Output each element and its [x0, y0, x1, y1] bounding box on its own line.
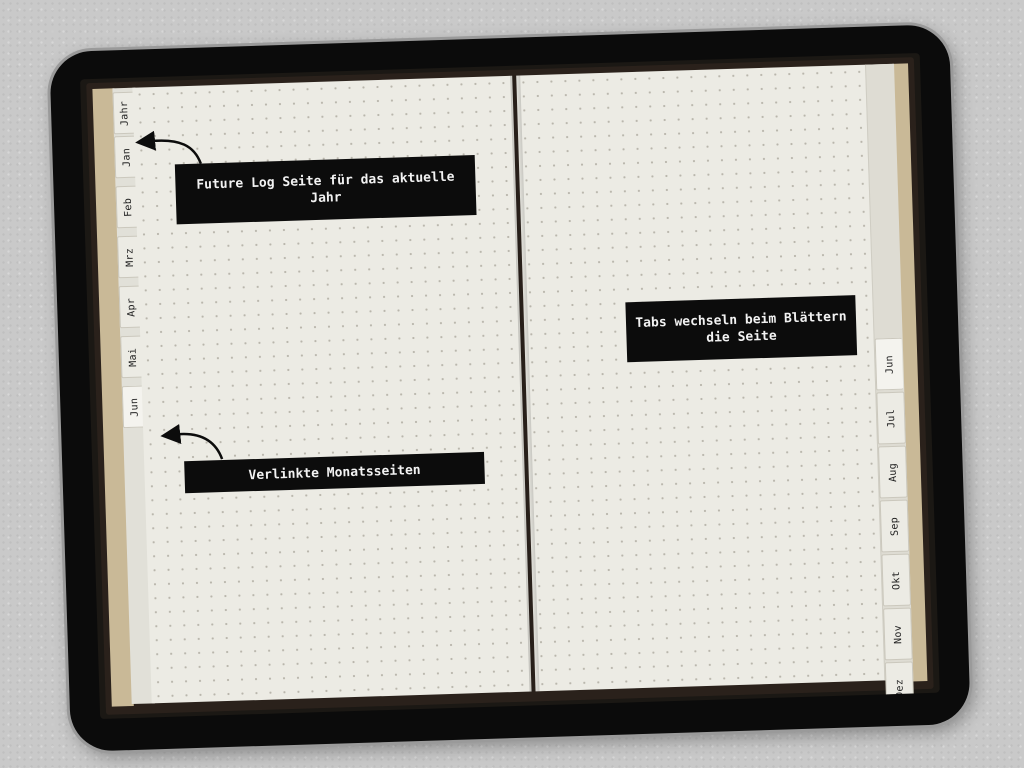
tab-label: Jan: [120, 147, 133, 167]
tablet-frame: Jahr Jan Feb Mrz Apr Mai Jun Jun Jul Aug…: [49, 24, 971, 752]
tab-okt[interactable]: Okt: [881, 553, 912, 607]
tab-label: Jul: [885, 408, 897, 428]
callout-monthly-pages-text: Verlinkte Monatsseiten: [248, 462, 421, 483]
tab-label: Jun: [883, 354, 896, 374]
tab-label: Jun: [128, 397, 141, 417]
tab-label: Mrz: [123, 247, 136, 267]
tab-aug[interactable]: Aug: [878, 445, 908, 499]
tab-label: Nov: [892, 624, 904, 644]
tab-label: Aug: [887, 462, 899, 482]
tab-label: Feb: [122, 197, 134, 217]
tab-nov[interactable]: Nov: [883, 607, 913, 661]
callout-future-log-text: Future Log Seite für das aktuelle Jahr: [196, 169, 455, 207]
tab-jun-active[interactable]: Jun: [874, 337, 904, 391]
tab-label: Jahr: [119, 100, 132, 126]
right-page: [516, 63, 908, 692]
tab-label: Okt: [890, 570, 903, 590]
tab-label: Mai: [127, 347, 139, 367]
callout-tabs-switch-text: Tabs wechseln beim Blättern die Seite: [635, 309, 847, 346]
tablet-screen: Jahr Jan Feb Mrz Apr Mai Jun Jun Jul Aug…: [80, 52, 940, 720]
tab-label: Apr: [125, 297, 138, 317]
stage: Jahr Jan Feb Mrz Apr Mai Jun Jun Jul Aug…: [0, 0, 1024, 768]
callout-future-log: Future Log Seite für das aktuelle Jahr: [174, 154, 477, 225]
tab-sep[interactable]: Sep: [879, 499, 910, 553]
tab-dez[interactable]: Dez: [884, 661, 915, 715]
tab-label: Dez: [893, 678, 906, 698]
tab-jul[interactable]: Jul: [876, 391, 906, 445]
tab-label: Sep: [888, 516, 901, 536]
callout-tabs-switch: Tabs wechseln beim Blättern die Seite: [625, 295, 858, 363]
